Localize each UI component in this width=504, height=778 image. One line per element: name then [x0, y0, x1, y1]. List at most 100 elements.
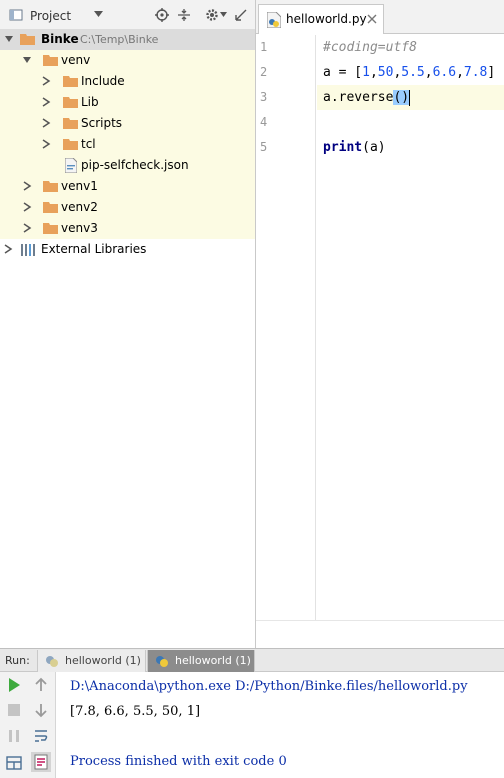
folder-icon: [63, 139, 78, 150]
code-number: 7.8: [463, 65, 488, 80]
folder-icon: [43, 55, 58, 66]
code-comment: #coding=utf8: [323, 40, 417, 55]
tree-label-binke: Binke: [41, 32, 79, 46]
tree-label-venv1: venv1: [61, 179, 98, 193]
code-keyword: print: [323, 140, 363, 155]
print-output-icon[interactable]: [31, 752, 51, 772]
tree-item-venv1[interactable]: venv1: [0, 176, 255, 197]
pause-icon[interactable]: [6, 728, 22, 744]
collapsed-arrow-icon[interactable]: [41, 118, 51, 128]
code-comma: ,: [369, 65, 378, 80]
editor: helloworld.py 1 2 3 4 5 #coding=utf8 a =…: [256, 0, 504, 648]
tree-item-external-libraries[interactable]: External Libraries: [0, 239, 255, 260]
bracket-match: (): [393, 90, 410, 105]
folder-icon: [20, 34, 35, 45]
code-number: 6.6: [432, 65, 457, 80]
code-area[interactable]: #coding=utf8 a = [1,50,5.5,6.6,7.8] a.re…: [317, 35, 504, 620]
tree-item-venv[interactable]: venv: [0, 50, 255, 71]
console-line-command: D:\Anaconda\python.exe D:/Python/Binke.f…: [70, 679, 468, 694]
down-arrow-icon[interactable]: [33, 702, 49, 718]
json-file-icon: [65, 158, 77, 173]
collapsed-arrow-icon[interactable]: [22, 181, 32, 191]
tree-item-lib[interactable]: Lib: [0, 92, 255, 113]
tree-label-venv3: venv3: [61, 221, 98, 235]
line-number: 1: [260, 40, 268, 54]
tree-item-include[interactable]: Include: [0, 71, 255, 92]
editor-tab-bar: helloworld.py: [256, 0, 504, 34]
tree-path-binke: C:\Temp\Binke: [80, 33, 159, 46]
collapsed-arrow-icon[interactable]: [22, 202, 32, 212]
tree-label-venv2: venv2: [61, 200, 98, 214]
locate-target-icon[interactable]: [155, 8, 169, 22]
console-line-exit: Process finished with exit code 0: [70, 754, 287, 769]
code-comma: ,: [424, 65, 433, 80]
up-arrow-icon[interactable]: [33, 677, 49, 693]
code-line-2: a = [1,50,5.5,6.6,7.8]: [317, 60, 504, 85]
collapsed-arrow-icon[interactable]: [41, 97, 51, 107]
gear-dropdown-icon[interactable]: [220, 12, 227, 17]
code-comma: ,: [456, 65, 464, 80]
run-toolbar: [0, 672, 56, 778]
tree-item-venv2[interactable]: venv2: [0, 197, 255, 218]
python-run-icon: [156, 656, 168, 667]
project-view-icon[interactable]: [9, 8, 23, 22]
folder-icon: [43, 202, 58, 213]
tree-label-external-libraries: External Libraries: [41, 242, 147, 256]
project-panel: Project Binke C:\Temp\Binke venv Include…: [0, 0, 256, 648]
hide-panel-icon[interactable]: [234, 8, 248, 22]
folder-icon: [63, 118, 78, 129]
code-text: ]: [487, 65, 496, 80]
tree-item-tcl[interactable]: tcl: [0, 134, 255, 155]
stop-icon[interactable]: [6, 702, 22, 718]
code-line-5: print(a): [317, 135, 504, 160]
line-number: 5: [260, 140, 268, 154]
collapsed-arrow-icon[interactable]: [3, 244, 13, 254]
expand-arrow-icon[interactable]: [22, 55, 32, 65]
tree-item-pip-selfcheck[interactable]: pip-selfcheck.json: [0, 155, 255, 176]
tree-label-pip-selfcheck: pip-selfcheck.json: [81, 158, 189, 172]
collapsed-arrow-icon[interactable]: [22, 223, 32, 233]
run-tool-header: Run: helloworld (1) helloworld (1): [0, 648, 504, 672]
run-tab-helloworld-1[interactable]: helloworld (1): [37, 650, 146, 672]
tree-label-venv: venv: [61, 53, 91, 67]
folder-icon: [43, 181, 58, 192]
collapsed-arrow-icon[interactable]: [41, 139, 51, 149]
tab-label: helloworld.py: [286, 12, 367, 26]
soft-wrap-icon[interactable]: [33, 728, 49, 744]
folder-icon: [63, 97, 78, 108]
libraries-icon: [21, 244, 35, 256]
tab-helloworld-py[interactable]: helloworld.py: [258, 4, 384, 34]
run-tab-label: helloworld (1): [65, 654, 141, 667]
collapsed-arrow-icon[interactable]: [41, 76, 51, 86]
code-line-1: #coding=utf8: [317, 35, 504, 60]
run-tab-helloworld-2[interactable]: helloworld (1): [147, 650, 255, 672]
rerun-icon[interactable]: [6, 677, 22, 693]
python-file-icon: [267, 12, 281, 28]
layout-icon[interactable]: [6, 755, 22, 771]
tree-item-venv3[interactable]: venv3: [0, 218, 255, 239]
code-text: a.reverse: [323, 90, 394, 105]
collapse-all-icon[interactable]: [177, 8, 191, 22]
code-line-3: a.reverse(): [317, 85, 504, 110]
close-icon[interactable]: [367, 14, 377, 24]
project-view-label[interactable]: Project: [30, 9, 71, 23]
folder-icon: [43, 223, 58, 234]
line-number: 3: [260, 90, 268, 104]
code-text: (a): [362, 140, 386, 155]
expand-arrow-icon[interactable]: [4, 34, 14, 44]
tree-label-tcl: tcl: [81, 137, 96, 151]
python-run-icon: [46, 656, 58, 667]
editor-footer: [256, 620, 504, 648]
console-output[interactable]: D:\Anaconda\python.exe D:/Python/Binke.f…: [57, 672, 504, 778]
tree-label-scripts: Scripts: [81, 116, 123, 130]
tree-item-scripts[interactable]: Scripts: [0, 113, 255, 134]
line-number: 2: [260, 65, 268, 79]
tree-item-binke[interactable]: Binke C:\Temp\Binke: [0, 29, 255, 50]
gear-icon[interactable]: [205, 8, 219, 22]
tree-label-include: Include: [81, 74, 125, 88]
chevron-down-icon[interactable]: [94, 11, 103, 17]
code-text: a = [: [323, 65, 363, 80]
text-caret: [409, 89, 411, 106]
run-tab-label: helloworld (1): [175, 654, 251, 667]
line-number: 4: [260, 115, 268, 129]
